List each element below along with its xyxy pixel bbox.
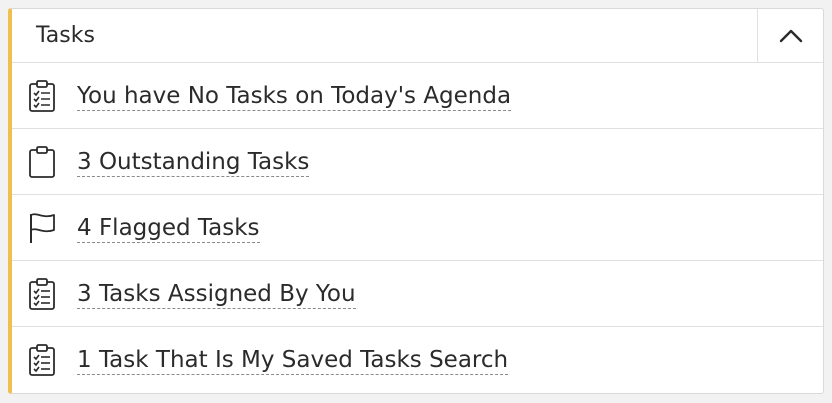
- panel-header: Tasks: [12, 9, 823, 63]
- task-link-assigned-by-you[interactable]: 3 Tasks Assigned By You: [77, 261, 356, 327]
- task-row-saved-search: 1 Task That Is My Saved Tasks Search: [12, 327, 823, 393]
- task-link-flagged[interactable]: 4 Flagged Tasks: [77, 195, 260, 261]
- task-link-label: 4 Flagged Tasks: [77, 215, 260, 243]
- clipboard-checklist-icon: [26, 278, 58, 310]
- task-row-flagged: 4 Flagged Tasks: [12, 195, 823, 261]
- task-link-label: 3 Outstanding Tasks: [77, 149, 310, 177]
- chevron-up-icon: [779, 29, 802, 43]
- task-row-assigned-by-you: 3 Tasks Assigned By You: [12, 261, 823, 327]
- tasks-panel: Tasks You have No Tasks on Today's Agend…: [8, 8, 824, 394]
- collapse-button[interactable]: [757, 9, 823, 63]
- task-link-agenda[interactable]: You have No Tasks on Today's Agenda: [77, 63, 512, 129]
- task-link-label: You have No Tasks on Today's Agenda: [77, 83, 512, 111]
- clipboard-icon: [26, 146, 58, 178]
- panel-title: Tasks: [36, 23, 95, 48]
- clipboard-checklist-icon: [26, 80, 58, 112]
- flag-icon: [26, 212, 58, 244]
- clipboard-checklist-icon: [26, 344, 58, 376]
- task-row-outstanding: 3 Outstanding Tasks: [12, 129, 823, 195]
- task-link-label: 3 Tasks Assigned By You: [77, 281, 356, 309]
- task-link-saved-search[interactable]: 1 Task That Is My Saved Tasks Search: [77, 327, 509, 393]
- task-link-label: 1 Task That Is My Saved Tasks Search: [77, 347, 509, 375]
- task-link-outstanding[interactable]: 3 Outstanding Tasks: [77, 129, 310, 195]
- task-row-agenda: You have No Tasks on Today's Agenda: [12, 63, 823, 129]
